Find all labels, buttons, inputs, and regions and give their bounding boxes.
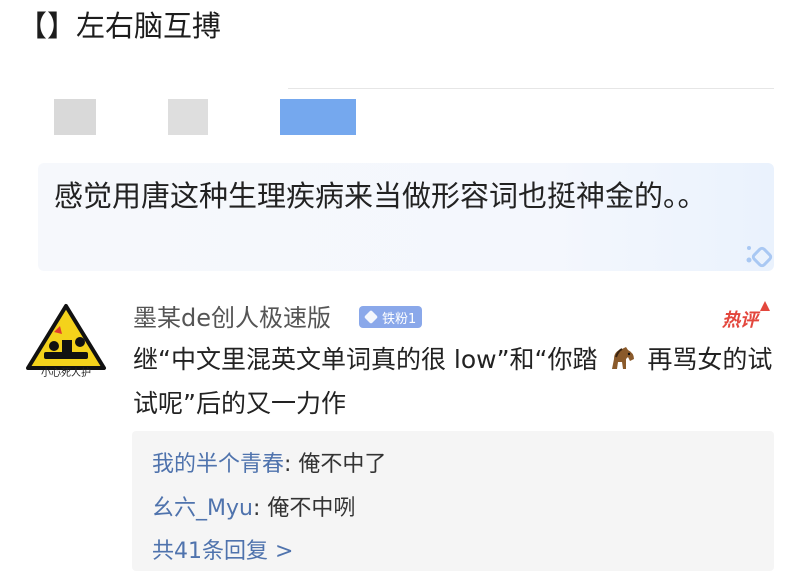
comment-text-part1: 继“中文里混英文单词真的很 low”和“你踏: [133, 345, 598, 374]
comment-body: 继“中文里混英文单词真的很 low”和“你踏 再骂女的试试呢”后的又一力作: [133, 338, 773, 426]
hot-comment-tag: 热评: [722, 310, 758, 331]
blurred-tab-active: [280, 99, 356, 135]
diamond-icon: [363, 309, 379, 325]
quote-text: 感觉用唐这种生理疾病来当做形容词也挺神金的。。: [54, 179, 707, 213]
blurred-tab: [168, 99, 208, 135]
fan-badge-label: 铁粉1: [382, 311, 417, 327]
flame-icon: [760, 301, 770, 311]
comment-username[interactable]: 墨某de创人极速版: [133, 300, 331, 336]
reply-username[interactable]: 幺六_Myu: [152, 496, 253, 521]
divider: [288, 88, 774, 89]
reply-text: : 俺不中咧: [252, 496, 356, 521]
reply-username[interactable]: 我的半个青春: [152, 452, 284, 477]
avatar-caption: 小心死人护: [41, 368, 91, 379]
reply-item[interactable]: 幺六_Myu: 俺不中咧: [152, 494, 355, 524]
topic-title[interactable]: 【】左右脑互搏: [18, 6, 221, 46]
quote-decoration-icon: [746, 246, 773, 268]
reply-item[interactable]: 我的半个青春: 俺不中了: [152, 450, 386, 480]
horse-icon: [612, 347, 635, 369]
more-replies-link[interactable]: 共41条回复 >: [152, 537, 293, 567]
blurred-tab: [54, 99, 96, 135]
reply-text: : 俺不中了: [284, 452, 387, 477]
fan-badge: 铁粉1: [359, 306, 423, 328]
